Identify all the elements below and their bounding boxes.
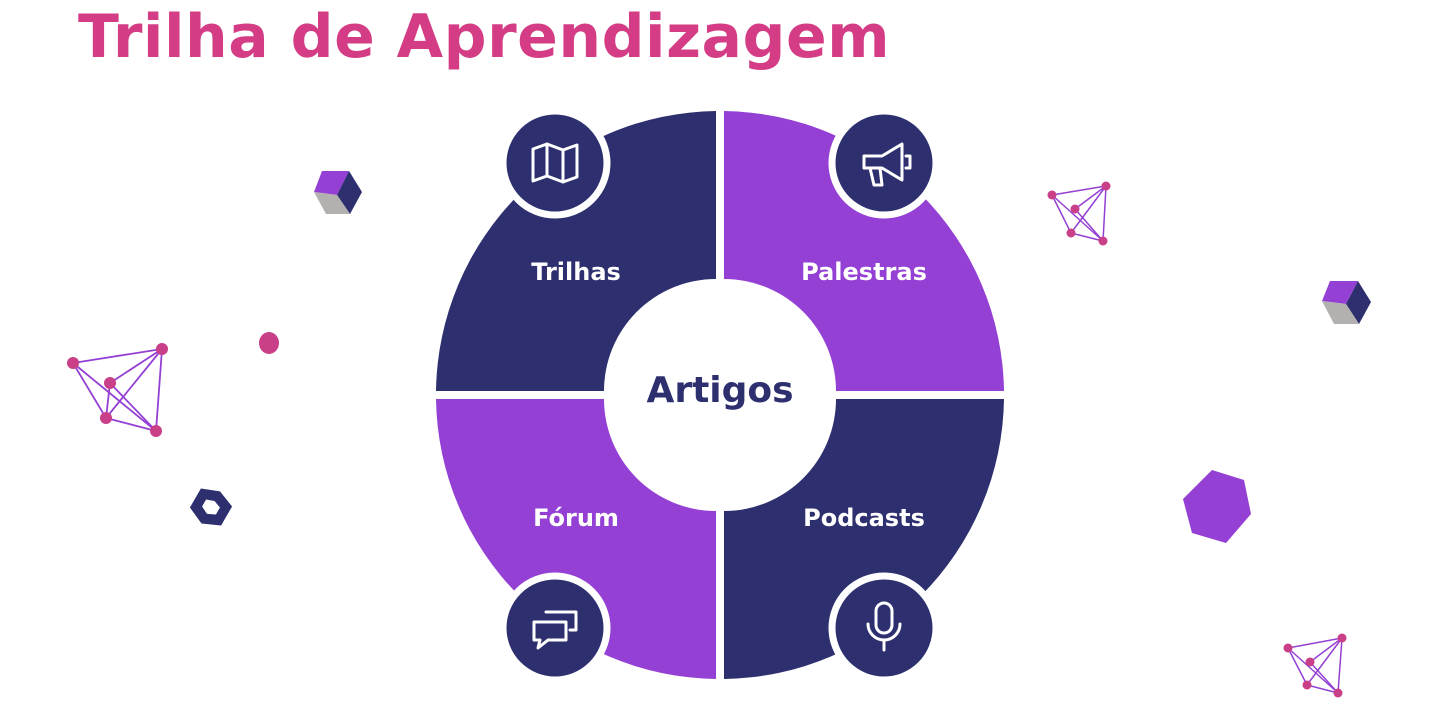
cube-decoration-right xyxy=(1322,281,1371,324)
center-label: Artigos xyxy=(646,370,793,411)
network-decoration-bottom-right xyxy=(1283,633,1347,698)
hexagon-decoration-large xyxy=(1183,470,1251,543)
segment-label-podcasts: Podcasts xyxy=(803,504,925,532)
learning-path-diagram: Trilhas Palestras Fórum Podcasts Artigos xyxy=(67,107,1371,698)
hexagon-decoration-small xyxy=(189,488,233,526)
dot-decoration xyxy=(259,332,279,354)
segment-label-palestras: Palestras xyxy=(801,258,927,286)
network-decoration-left xyxy=(67,343,168,437)
badge-trilhas[interactable] xyxy=(499,107,611,219)
network-decoration-top-right xyxy=(1047,181,1111,246)
badge-palestras[interactable] xyxy=(828,107,940,219)
badge-podcasts[interactable] xyxy=(828,572,940,684)
cube-decoration-left xyxy=(314,171,362,214)
segment-label-forum: Fórum xyxy=(533,504,619,532)
segment-label-trilhas: Trilhas xyxy=(531,258,621,286)
badge-forum[interactable] xyxy=(499,572,611,684)
